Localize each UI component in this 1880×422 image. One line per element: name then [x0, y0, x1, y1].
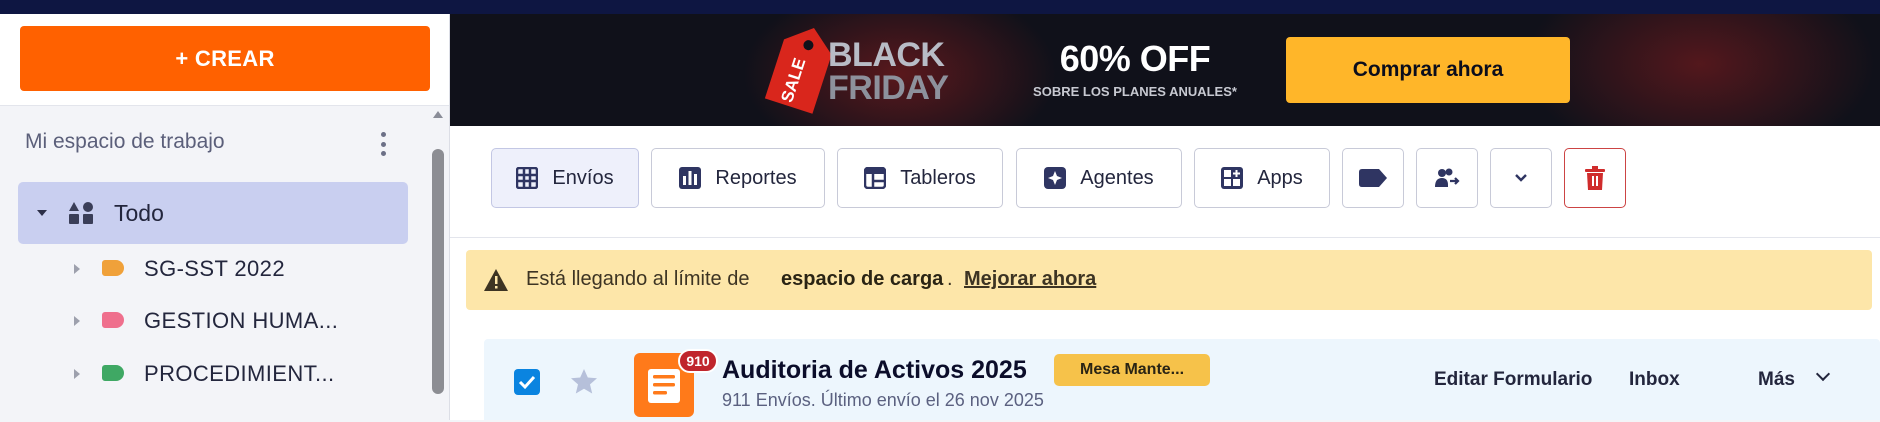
sidebar-scrollbar[interactable] — [429, 109, 447, 420]
tab-tableros[interactable]: Tableros — [837, 148, 1003, 208]
workspace-title: Mi espacio de trabajo — [25, 130, 225, 153]
scroll-thumb[interactable] — [432, 149, 444, 394]
form-checkbox[interactable] — [514, 369, 540, 395]
sidebar-folder-item[interactable]: PROCEDIMIENT... — [18, 349, 418, 399]
warning-icon — [484, 269, 508, 291]
caret-right-icon[interactable] — [74, 369, 80, 379]
black-friday-banner: SALE BLACK FRIDAY 60% OFF SOBRE LOS PLAN… — [450, 14, 1880, 126]
sidebar: + CREAR Mi espacio de trabajo Todo SG-SS… — [0, 14, 450, 420]
shapes-icon — [69, 202, 93, 224]
sidebar-folder-label: GESTION HUMA... — [144, 308, 339, 333]
notice-bold-text: espacio de carga — [781, 268, 944, 290]
more-button[interactable]: Más — [1758, 369, 1795, 391]
main-content: SALE BLACK FRIDAY 60% OFF SOBRE LOS PLAN… — [450, 14, 1880, 420]
tab-agentes[interactable]: Agentes — [1016, 148, 1182, 208]
tab-label: Tableros — [900, 166, 976, 189]
banner-offer: 60% OFF — [1059, 38, 1211, 79]
create-area: + CREAR — [0, 14, 449, 106]
inbox-button[interactable]: Inbox — [1629, 369, 1680, 391]
more-options-button[interactable] — [1490, 148, 1552, 208]
tab-label: Envíos — [552, 166, 614, 189]
form-row[interactable]: 910 Auditoria de Activos 2025 Mesa Mante… — [484, 339, 1880, 420]
chevron-down-icon — [1515, 174, 1527, 182]
star-icon[interactable] — [570, 368, 598, 394]
delete-button[interactable] — [1564, 148, 1626, 208]
assign-users-button[interactable] — [1416, 148, 1478, 208]
folder-tag-icon — [102, 365, 124, 381]
assign-users-icon — [1435, 168, 1460, 187]
sidebar-folder-item[interactable]: GESTION HUMA... — [18, 296, 418, 346]
form-subtitle: 911 Envíos. Último envío el 26 nov 2025 — [722, 390, 1044, 410]
bar-chart-icon — [679, 167, 702, 189]
tag-icon — [1359, 169, 1387, 187]
tab-label: Agentes — [1080, 166, 1154, 189]
notice-period: . — [947, 268, 953, 290]
top-app-bar — [0, 0, 1880, 14]
toolbar: Envíos Reportes Tableros Agentes Apps — [450, 126, 1880, 238]
caret-down-icon[interactable] — [37, 210, 47, 216]
table-icon — [864, 167, 887, 189]
storage-limit-notice: Está llegando al límite de espacio de ca… — [466, 250, 1872, 310]
sidebar-folder-label: SG-SST 2022 — [144, 256, 285, 281]
tab-apps[interactable]: Apps — [1194, 148, 1330, 208]
notice-text: Está llegando al límite de — [526, 268, 750, 290]
grid-icon — [516, 167, 539, 189]
new-submissions-badge: 910 — [678, 349, 718, 373]
folder-tag-icon — [102, 312, 124, 328]
apps-icon — [1221, 167, 1244, 189]
sidebar-item-label: Todo — [114, 200, 164, 226]
check-icon — [518, 375, 536, 390]
caret-right-icon[interactable] — [74, 316, 80, 326]
tab-label: Apps — [1257, 166, 1303, 189]
tab-envios[interactable]: Envíos — [491, 148, 639, 208]
edit-form-button[interactable]: Editar Formulario — [1434, 369, 1592, 391]
banner-friday: FRIDAY — [828, 69, 949, 107]
chevron-down-icon[interactable] — [1815, 366, 1831, 382]
create-button[interactable]: + CREAR — [20, 26, 430, 91]
upgrade-now-link[interactable]: Mejorar ahora — [964, 268, 1096, 291]
tag-button[interactable] — [1342, 148, 1404, 208]
caret-right-icon[interactable] — [74, 264, 80, 274]
workspace-more-icon[interactable] — [376, 132, 390, 156]
folder-chip[interactable]: Mesa Mante... — [1054, 354, 1210, 386]
scroll-up-icon[interactable] — [433, 111, 443, 118]
tab-reportes[interactable]: Reportes — [651, 148, 825, 208]
sidebar-item-all[interactable]: Todo — [18, 182, 408, 244]
banner-offer-sub: SOBRE LOS PLANES ANUALES* — [1033, 84, 1237, 99]
buy-now-button[interactable]: Comprar ahora — [1286, 37, 1570, 103]
trash-icon — [1585, 166, 1605, 190]
agent-icon — [1044, 167, 1067, 189]
sidebar-folder-item[interactable]: SG-SST 2022 — [18, 244, 418, 294]
sidebar-folder-label: PROCEDIMIENT... — [144, 361, 335, 386]
folder-tag-icon — [102, 260, 124, 276]
tab-label: Reportes — [715, 166, 797, 189]
form-title[interactable]: Auditoria de Activos 2025 — [722, 356, 1027, 385]
